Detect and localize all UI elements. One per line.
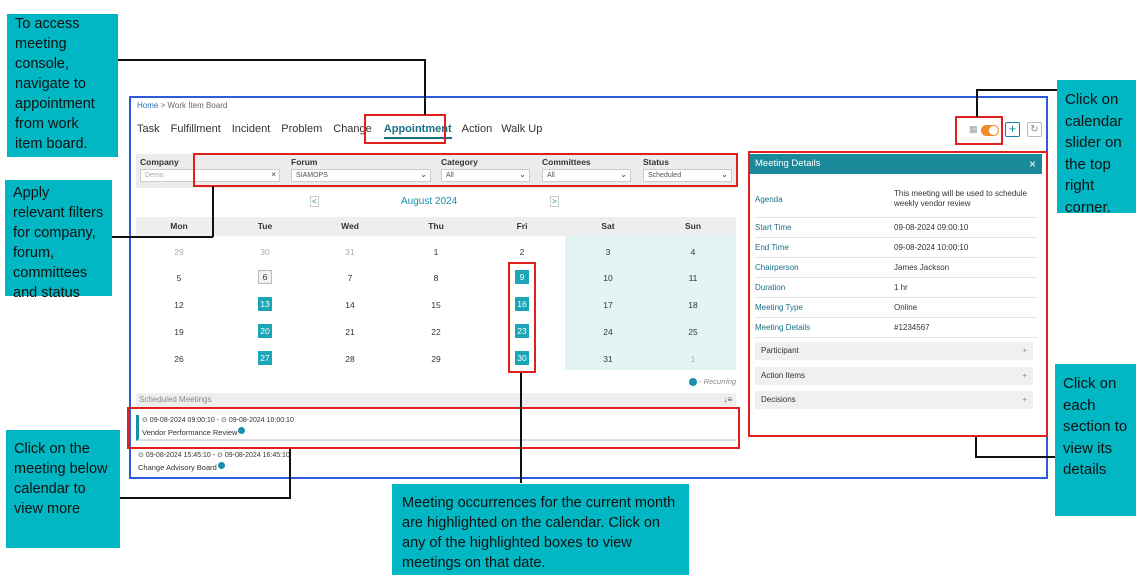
connector-line bbox=[976, 90, 978, 117]
calendar-day-today[interactable]: 6 bbox=[222, 270, 308, 284]
connector-line bbox=[118, 59, 424, 61]
calendar-day[interactable]: 24 bbox=[565, 326, 651, 338]
breadcrumb-home[interactable]: Home bbox=[137, 101, 158, 110]
calendar-day[interactable]: 8 bbox=[393, 272, 479, 284]
recurring-icon bbox=[217, 462, 225, 469]
weekday-sun: Sun bbox=[684, 221, 702, 231]
highlight-calendar-slider bbox=[955, 116, 1003, 145]
calendar-day-highlighted[interactable]: 20 bbox=[222, 324, 308, 338]
calendar-day[interactable]: 21 bbox=[307, 326, 393, 338]
calendar-day[interactable]: 26 bbox=[136, 353, 222, 365]
calendar-day[interactable]: 2 bbox=[479, 246, 565, 258]
calendar-day[interactable]: 15 bbox=[393, 299, 479, 311]
weekday-mon: Mon bbox=[170, 221, 188, 231]
tab-action[interactable]: Action bbox=[462, 123, 493, 139]
calendar-day[interactable]: 1 bbox=[650, 353, 736, 365]
calendar-day[interactable]: 12 bbox=[136, 299, 222, 311]
tab-walk-up[interactable]: Walk Up bbox=[501, 123, 542, 139]
recurring-legend: - Recurring bbox=[689, 377, 737, 387]
tab-task[interactable]: Task bbox=[137, 123, 160, 139]
callout-meeting-list: Click on the meeting below calendar to v… bbox=[6, 430, 120, 548]
callout-sections: Click on each section to view its detail… bbox=[1055, 364, 1136, 516]
calendar-day[interactable]: 28 bbox=[307, 353, 393, 365]
calendar-day[interactable]: 25 bbox=[650, 326, 736, 338]
calendar-day[interactable]: 4 bbox=[650, 246, 736, 258]
calendar-day-highlighted[interactable]: 13 bbox=[222, 297, 308, 311]
calendar-day[interactable]: 5 bbox=[136, 272, 222, 284]
company-placeholder: Demo bbox=[145, 172, 164, 179]
meeting-item[interactable]: ⊙ 09-08-2024 15:45:10 - ⊙ 09-08-2024 16:… bbox=[136, 450, 736, 476]
callout-filters: Apply relevant filters for company, foru… bbox=[5, 180, 112, 301]
calendar-day[interactable]: 3 bbox=[565, 246, 651, 258]
callout-access-console: To access meeting console, navigate to a… bbox=[7, 14, 118, 157]
work-item-tabs: Task Fulfillment Incident Problem Change… bbox=[137, 123, 553, 139]
weekday-fri: Fri bbox=[516, 221, 528, 231]
calendar-day[interactable]: 17 bbox=[565, 299, 651, 311]
meeting-time: ⊙ 09-08-2024 15:45:10 - ⊙ 09-08-2024 16:… bbox=[138, 452, 290, 459]
tab-fulfillment[interactable]: Fulfillment bbox=[171, 123, 221, 139]
calendar-day[interactable]: 30 bbox=[222, 246, 308, 258]
calendar-day[interactable]: 18 bbox=[650, 299, 736, 311]
highlight-appointment-tab bbox=[364, 114, 446, 144]
weekday-tue: Tue bbox=[257, 221, 273, 231]
breadcrumb-current: Work Item Board bbox=[167, 101, 228, 110]
company-label: Company bbox=[140, 157, 179, 167]
weekday-thu: Thu bbox=[428, 221, 444, 231]
highlight-details-panel bbox=[748, 151, 1048, 437]
weekday-header: Mon Tue Wed Thu Fri Sat Sun bbox=[136, 217, 736, 236]
meeting-title[interactable]: Change Advisory Board bbox=[138, 462, 736, 474]
highlight-fridays bbox=[508, 262, 536, 373]
scheduled-meetings-title: Scheduled Meetings bbox=[139, 395, 212, 404]
calendar-day-highlighted[interactable]: 27 bbox=[222, 351, 308, 365]
connector-line bbox=[289, 449, 291, 499]
recurring-legend-text: - Recurring bbox=[699, 377, 737, 386]
calendar-day[interactable]: 1 bbox=[393, 246, 479, 258]
callout-calendar-slider: Click on calendar slider on the top righ… bbox=[1057, 80, 1136, 216]
calendar-day[interactable]: 14 bbox=[307, 299, 393, 311]
calendar-day[interactable]: 29 bbox=[136, 246, 222, 258]
connector-line bbox=[424, 59, 426, 115]
calendar-day[interactable]: 31 bbox=[307, 246, 393, 258]
next-month-button[interactable]: > bbox=[550, 196, 559, 207]
callout-calendar-highlights: Meeting occurrences for the current mont… bbox=[392, 484, 689, 575]
highlight-meeting-item bbox=[127, 407, 740, 449]
weekday-wed: Wed bbox=[341, 221, 359, 231]
scheduled-meetings-header: Scheduled Meetings ↓≡ bbox=[136, 393, 736, 407]
calendar-day[interactable]: 19 bbox=[136, 326, 222, 338]
recurring-icon bbox=[689, 378, 697, 387]
calendar-day[interactable]: 10 bbox=[565, 272, 651, 284]
connector-line bbox=[212, 186, 214, 237]
calendar-day[interactable]: 11 bbox=[650, 272, 736, 284]
weekday-sat: Sat bbox=[601, 221, 615, 231]
tab-problem[interactable]: Problem bbox=[281, 123, 322, 139]
connector-line bbox=[975, 437, 977, 457]
connector-line bbox=[112, 236, 213, 238]
calendar-day[interactable]: 31 bbox=[565, 353, 651, 365]
highlight-filters bbox=[193, 153, 738, 187]
calendar-day[interactable]: 7 bbox=[307, 272, 393, 284]
breadcrumb: Home > Work Item Board bbox=[137, 101, 227, 110]
calendar-day[interactable]: 22 bbox=[393, 326, 479, 338]
connector-line bbox=[120, 497, 290, 499]
tab-incident[interactable]: Incident bbox=[232, 123, 271, 139]
refresh-icon[interactable]: ↻ bbox=[1027, 122, 1042, 137]
connector-line bbox=[976, 89, 1057, 91]
calendar-month-title: August 2024 bbox=[401, 196, 458, 207]
connector-line bbox=[975, 456, 1055, 458]
calendar-day[interactable]: 29 bbox=[393, 353, 479, 365]
connector-line bbox=[520, 373, 522, 483]
sort-icon[interactable]: ↓≡ bbox=[723, 393, 732, 407]
add-button[interactable]: + bbox=[1005, 122, 1020, 137]
breadcrumb-separator: > bbox=[160, 101, 166, 110]
prev-month-button[interactable]: < bbox=[310, 196, 319, 207]
